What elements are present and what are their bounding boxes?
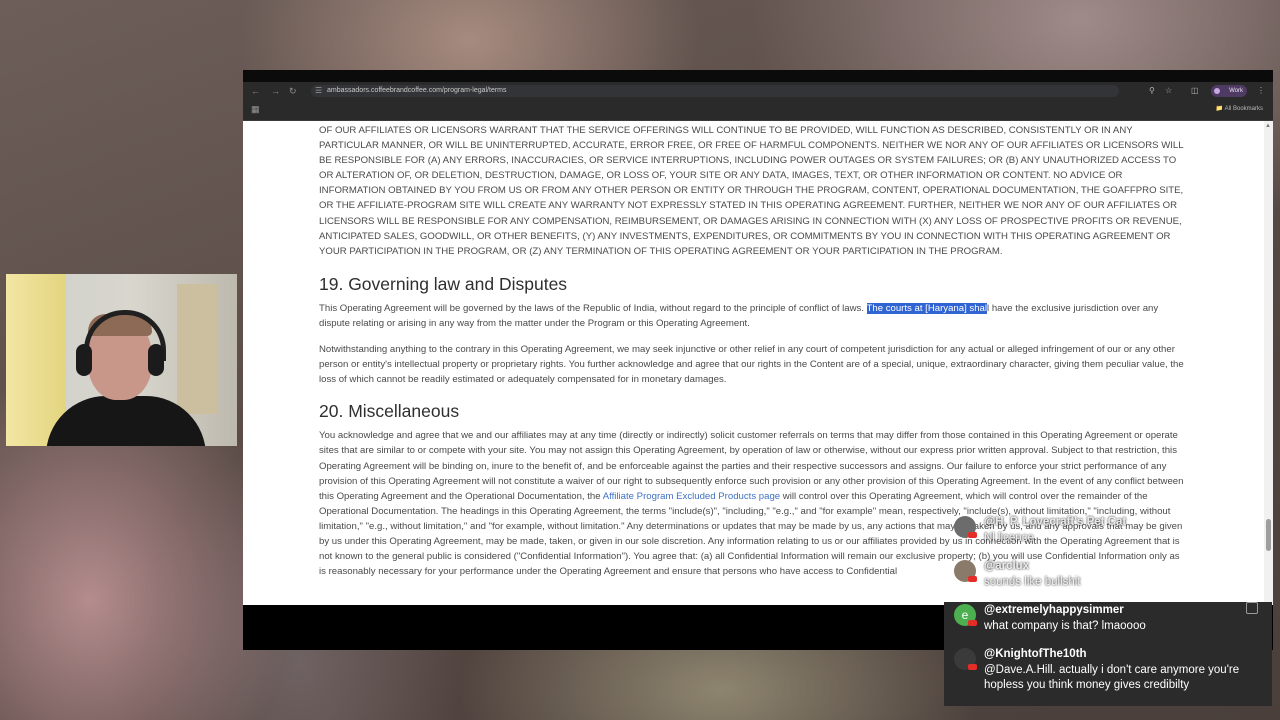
selected-text[interactable]: The courts at [Haryana] shal <box>866 302 988 314</box>
section-19-heading: 19. Governing law and Disputes <box>319 273 568 294</box>
chat-username: @arclux <box>984 560 1030 572</box>
bookmarks-bar: ▦ 📁 All Bookmarks <box>243 100 1273 121</box>
browser-toolbar: ← → ↻ ☰ ambassadors.coffeebrandcoffee.co… <box>243 82 1273 100</box>
excluded-products-link[interactable]: Affiliate Program Excluded Products page <box>603 491 780 502</box>
youtube-badge-icon <box>968 620 977 626</box>
chat-username: @H. P. Lovecraft's Pet Cat <box>984 516 1127 528</box>
chat-text: Nl licence <box>984 532 1034 544</box>
forward-icon[interactable]: → <box>271 85 280 97</box>
reload-icon[interactable]: ↻ <box>289 85 297 97</box>
chat-username: @extremelyhappysimmer <box>984 604 1124 616</box>
back-icon[interactable]: ← <box>251 85 260 97</box>
address-bar[interactable]: ☰ ambassadors.coffeebrandcoffee.com/prog… <box>311 85 1119 97</box>
chat-username: @KnightofThe10th <box>984 648 1087 660</box>
terms-content: OF OUR AFFILIATES OR LICENSORS WARRANT T… <box>319 121 1187 579</box>
webcam-feed <box>6 274 237 446</box>
scroll-up-icon[interactable]: ▲ <box>1265 123 1271 129</box>
url-text: ambassadors.coffeebrandcoffee.com/progra… <box>327 87 507 94</box>
section-19-paragraph-2: Notwithstanding anything to the contrary… <box>319 344 1184 386</box>
all-bookmarks-label: All Bookmarks <box>1224 106 1263 112</box>
profile-avatar-icon <box>1214 88 1220 94</box>
all-bookmarks-button[interactable]: 📁 All Bookmarks <box>1216 105 1263 112</box>
chat-overlay: @H. P. Lovecraft's Pet Cat Nl licence @a… <box>946 512 1272 708</box>
youtube-badge-icon <box>968 664 977 670</box>
youtube-badge-icon <box>968 576 977 582</box>
chat-text: @Dave.A.Hill. actually i don't care anym… <box>984 664 1240 691</box>
section-19-paragraph-1: This Operating Agreement will be governe… <box>319 301 1187 331</box>
chat-text: what company is that? lmaoooo <box>984 620 1146 632</box>
chat-text: sounds like bullshit <box>984 576 1081 588</box>
menu-kebab-icon[interactable]: ⋮ <box>1257 85 1265 97</box>
warranty-paragraph: OF OUR AFFILIATES OR LICENSORS WARRANT T… <box>319 125 1184 257</box>
sidepanel-icon[interactable]: ◫ <box>1191 85 1199 97</box>
apps-grid-icon[interactable]: ▦ <box>251 104 260 115</box>
section-19-text-before: This Operating Agreement will be governe… <box>319 302 867 314</box>
site-info-icon[interactable]: ☰ <box>315 85 322 97</box>
bookmark-star-icon[interactable]: ☆ <box>1165 85 1172 97</box>
youtube-badge-icon <box>968 532 977 538</box>
window-title-bar <box>243 70 1273 82</box>
profile-button[interactable]: Work <box>1211 85 1247 97</box>
profile-label: Work <box>1229 88 1243 94</box>
section-20-heading: 20. Miscellaneous <box>319 401 460 422</box>
zoom-icon[interactable]: ⚲ <box>1149 85 1155 97</box>
